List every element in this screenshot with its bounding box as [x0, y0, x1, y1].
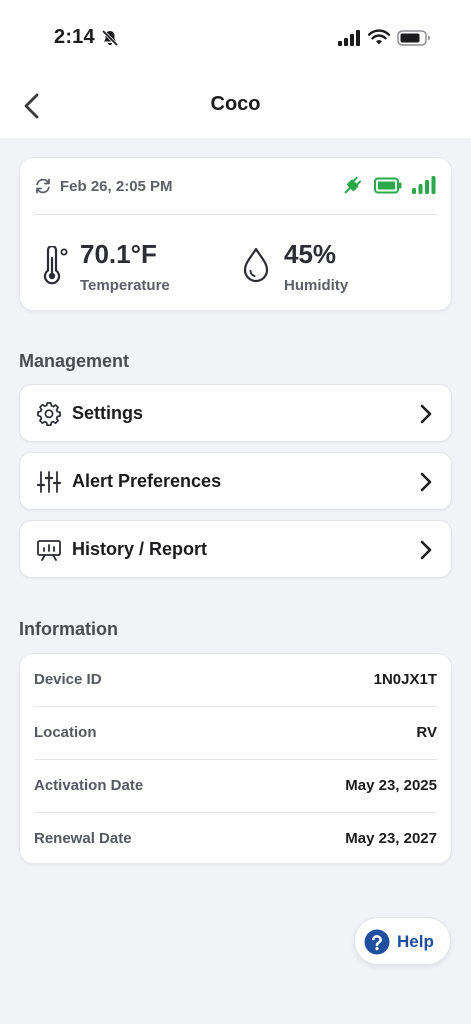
sliders-icon [36, 471, 62, 493]
info-row-activation-date: Activation Date May 23, 2025 [34, 760, 437, 812]
wifi-icon [368, 29, 390, 45]
refresh-icon[interactable] [34, 177, 52, 195]
power-plug-icon [344, 176, 362, 194]
info-value: 1N0JX1T [373, 671, 437, 688]
temperature-label: Temperature [80, 277, 170, 294]
question-circle-icon [364, 929, 390, 955]
info-value: May 23, 2025 [345, 777, 437, 794]
humidity-value: 45% [284, 239, 337, 269]
chevron-right-icon [420, 540, 432, 560]
info-key: Activation Date [34, 777, 144, 794]
chevron-right-icon [420, 472, 432, 492]
device-battery-icon [374, 177, 402, 194]
history-report-menu-item[interactable]: History / Report [19, 520, 452, 578]
reading-card: Feb 26, 2:05 PM 70.1°F Temperature 45% H… [19, 157, 452, 311]
presentation-chart-icon [37, 540, 61, 561]
humidity-label: Humidity [284, 277, 349, 294]
bell-off-icon [101, 29, 119, 47]
information-card: Device ID 1N0JX1T Location RV Activation… [19, 653, 452, 864]
chevron-right-icon [420, 404, 432, 424]
status-bar: 2:14 [0, 0, 471, 76]
battery-icon [397, 30, 430, 46]
management-section-title: Management [19, 351, 130, 371]
temperature-value: 70.1°F [80, 239, 157, 269]
help-label: Help [397, 932, 434, 951]
info-row-location: Location RV [34, 707, 437, 759]
info-value: RV [416, 724, 437, 741]
help-button[interactable]: Help [354, 917, 451, 965]
reading-divider [34, 214, 437, 215]
alert-preferences-label: Alert Preferences [72, 471, 222, 491]
info-key: Location [34, 724, 97, 741]
info-row-device-id: Device ID 1N0JX1T [34, 654, 437, 706]
info-key: Device ID [34, 671, 102, 688]
info-row-renewal-date: Renewal Date May 23, 2027 [34, 813, 437, 865]
settings-menu-item[interactable]: Settings [19, 384, 452, 442]
information-section-title: Information [19, 619, 118, 639]
cellular-signal-icon [338, 30, 360, 46]
reading-timestamp: Feb 26, 2:05 PM [60, 178, 173, 195]
gear-icon [37, 402, 61, 426]
thermometer-icon [43, 246, 68, 285]
signal-strength-icon [412, 176, 436, 194]
settings-label: Settings [72, 403, 144, 423]
page-title: Coco [210, 93, 261, 115]
humidity-drop-icon [243, 247, 269, 283]
info-key: Renewal Date [34, 830, 132, 847]
history-report-label: History / Report [72, 539, 208, 559]
navigation-bar: Coco [0, 76, 471, 136]
alert-preferences-menu-item[interactable]: Alert Preferences [19, 452, 452, 510]
info-value: May 23, 2027 [345, 830, 437, 847]
status-time: 2:14 [54, 26, 95, 48]
